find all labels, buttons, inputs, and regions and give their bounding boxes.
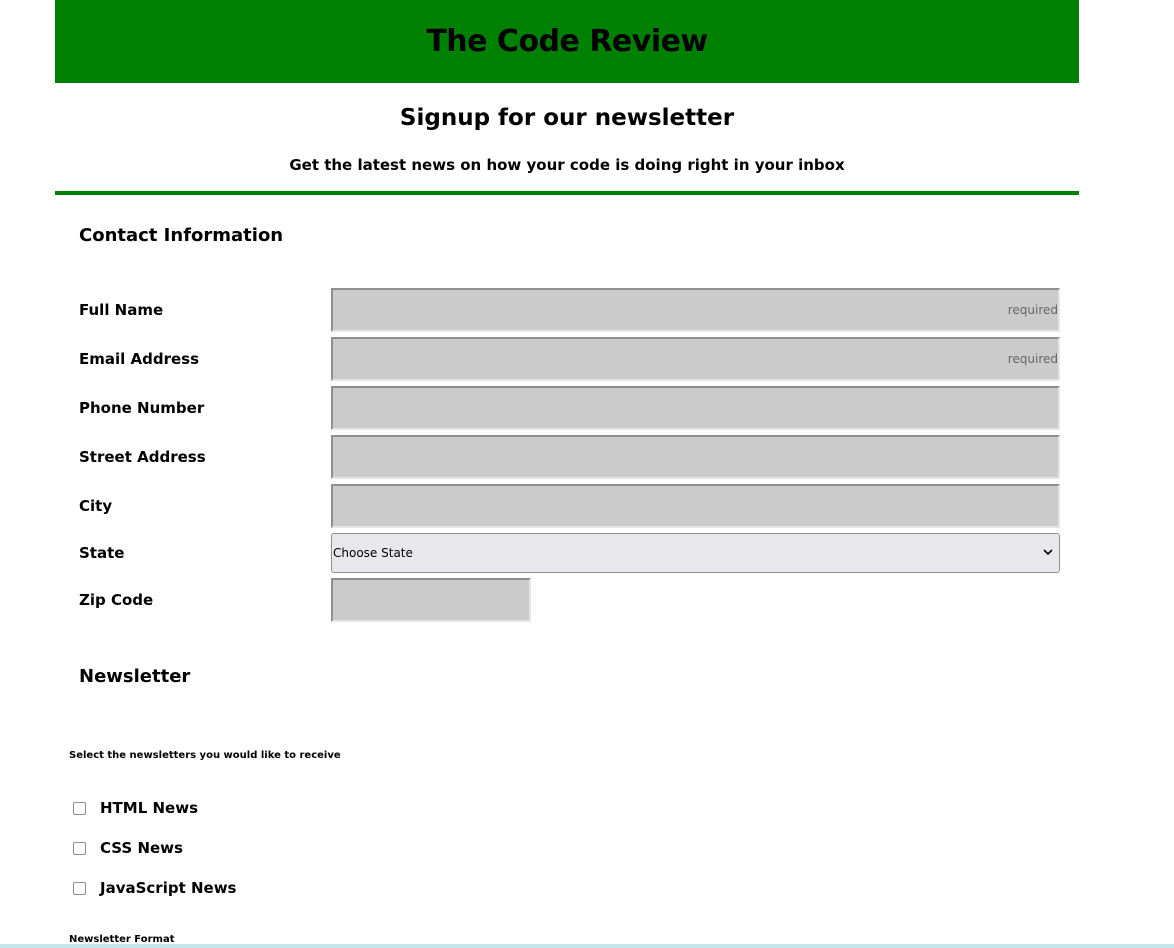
javascript-news-label: JavaScript News: [100, 879, 237, 897]
email-label: Email Address: [79, 350, 200, 368]
site-title: The Code Review: [426, 24, 708, 59]
signup-page: The Code Review Signup for our newslette…: [55, 0, 1079, 945]
horizontal-scrollbar[interactable]: [0, 944, 1174, 948]
newsletter-option-html[interactable]: HTML News: [73, 799, 198, 817]
newsletter-instruction: Select the newsletters you would like to…: [69, 750, 341, 761]
city-input[interactable]: [331, 484, 1060, 528]
javascript-news-checkbox[interactable]: [73, 881, 86, 895]
newsletter-section-title: Newsletter: [79, 666, 191, 687]
chevron-down-icon: [1043, 545, 1053, 559]
signup-heading: Signup for our newsletter: [399, 105, 735, 131]
html-news-checkbox[interactable]: [73, 801, 86, 815]
zip-label: Zip Code: [79, 591, 154, 609]
signup-tagline: Get the latest news on how your code is …: [289, 156, 845, 174]
newsletter-option-css[interactable]: CSS News: [73, 839, 183, 857]
email-input[interactable]: [331, 337, 1060, 381]
phone-input[interactable]: [331, 386, 1060, 430]
state-label: State: [79, 544, 125, 562]
full-name-label: Full Name: [79, 301, 164, 319]
state-select[interactable]: Choose State: [331, 533, 1060, 573]
css-news-label: CSS News: [100, 839, 183, 857]
street-label: Street Address: [79, 448, 206, 466]
city-label: City: [79, 497, 113, 515]
intro-section: Signup for our newsletter Get the latest…: [55, 83, 1079, 191]
phone-label: Phone Number: [79, 399, 205, 417]
contact-section-title: Contact Information: [79, 225, 284, 246]
html-news-label: HTML News: [100, 799, 199, 817]
css-news-checkbox[interactable]: [73, 841, 86, 855]
divider: [55, 191, 1079, 195]
full-name-input[interactable]: [331, 288, 1060, 332]
street-input[interactable]: [331, 435, 1060, 479]
newsletter-option-javascript[interactable]: JavaScript News: [73, 879, 236, 897]
zip-input[interactable]: [331, 578, 531, 622]
site-banner: The Code Review: [55, 0, 1079, 83]
state-select-value: Choose State: [333, 546, 413, 560]
